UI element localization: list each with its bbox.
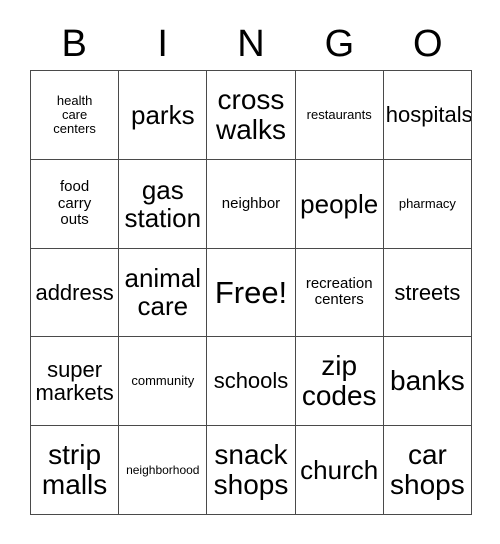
bingo-cell[interactable]: people [295, 159, 384, 249]
bingo-cell[interactable]: recreation centers [295, 248, 384, 338]
bingo-header-letter-b: B [61, 23, 87, 65]
bingo-header-letter-i: I [157, 23, 168, 65]
bingo-cell-label: streets [394, 279, 461, 305]
bingo-free-space-cell[interactable]: Free! [207, 248, 296, 338]
bingo-header-letter-o: O [413, 23, 443, 65]
bingo-cell[interactable]: community [119, 337, 208, 427]
bingo-cell-label: strip malls [41, 438, 108, 501]
bingo-cell-label: super markets [35, 356, 114, 406]
bingo-cell[interactable]: gas station [119, 159, 208, 249]
bingo-cell-label: snack shops [213, 438, 289, 501]
bingo-cell[interactable]: health care centers [31, 71, 120, 160]
bingo-cell[interactable]: pharmacy [383, 159, 472, 249]
bingo-cell-label: neighborhood [126, 462, 200, 477]
bingo-cell-label: parks [131, 99, 195, 130]
bingo-cell-label: recreation centers [305, 275, 373, 309]
bingo-card: B I N G O health care centers parks cross walk… [0, 0, 500, 544]
bingo-cell-label: restaurants [306, 106, 372, 122]
bingo-cell-label: food carry outs [57, 178, 92, 228]
bingo-cell[interactable]: zip codes [295, 337, 384, 427]
bingo-cell-label: church [300, 455, 379, 486]
bingo-cell[interactable]: banks [383, 337, 472, 427]
bingo-cell[interactable]: snack shops [207, 426, 296, 515]
bingo-cell[interactable]: food carry outs [31, 159, 120, 249]
bingo-cell-label: banks [390, 365, 465, 397]
bingo-cell[interactable]: restaurants [295, 71, 384, 160]
bingo-cell-label: animal care [124, 263, 202, 322]
bingo-cell-label: cross walks [215, 83, 286, 145]
bingo-cell[interactable]: parks [119, 71, 208, 160]
bingo-cell-label: schools [213, 368, 289, 394]
bingo-cell[interactable]: hospitals [383, 71, 472, 160]
bingo-cell-label: hospitals [385, 102, 472, 128]
bingo-header-letter-n: N [237, 23, 265, 65]
bingo-cell-label: address [35, 279, 114, 305]
bingo-cell[interactable]: neighborhood [119, 426, 208, 515]
bingo-cell-label: gas station [124, 174, 202, 233]
bingo-cell[interactable]: address [31, 248, 120, 338]
bingo-cell[interactable]: strip malls [31, 426, 120, 515]
bingo-header-row: BINGO [30, 18, 472, 70]
bingo-cell-label: Free! [214, 274, 288, 310]
bingo-cell[interactable]: animal care [119, 248, 208, 338]
bingo-grid: health care centers parks cross walks resta… [30, 70, 472, 515]
bingo-cell-label: car shops [390, 438, 465, 501]
bingo-cell[interactable]: super markets [31, 337, 120, 427]
bingo-cell[interactable]: streets [383, 248, 472, 338]
bingo-cell[interactable]: car shops [383, 426, 472, 515]
bingo-cell[interactable]: church [295, 426, 384, 515]
bingo-cell-label: pharmacy [398, 195, 456, 211]
bingo-cell[interactable]: neighbor [207, 159, 296, 249]
bingo-header-letter-g: G [324, 23, 355, 65]
bingo-cell[interactable]: schools [207, 337, 296, 427]
bingo-cell-label: community [131, 373, 195, 389]
bingo-cell-label: neighbor [221, 194, 281, 212]
bingo-cell-label: zip codes [301, 350, 377, 412]
bingo-cell[interactable]: cross walks [207, 71, 296, 160]
bingo-cell-label: health care centers [53, 92, 96, 136]
bingo-cell-label: people [300, 188, 379, 219]
